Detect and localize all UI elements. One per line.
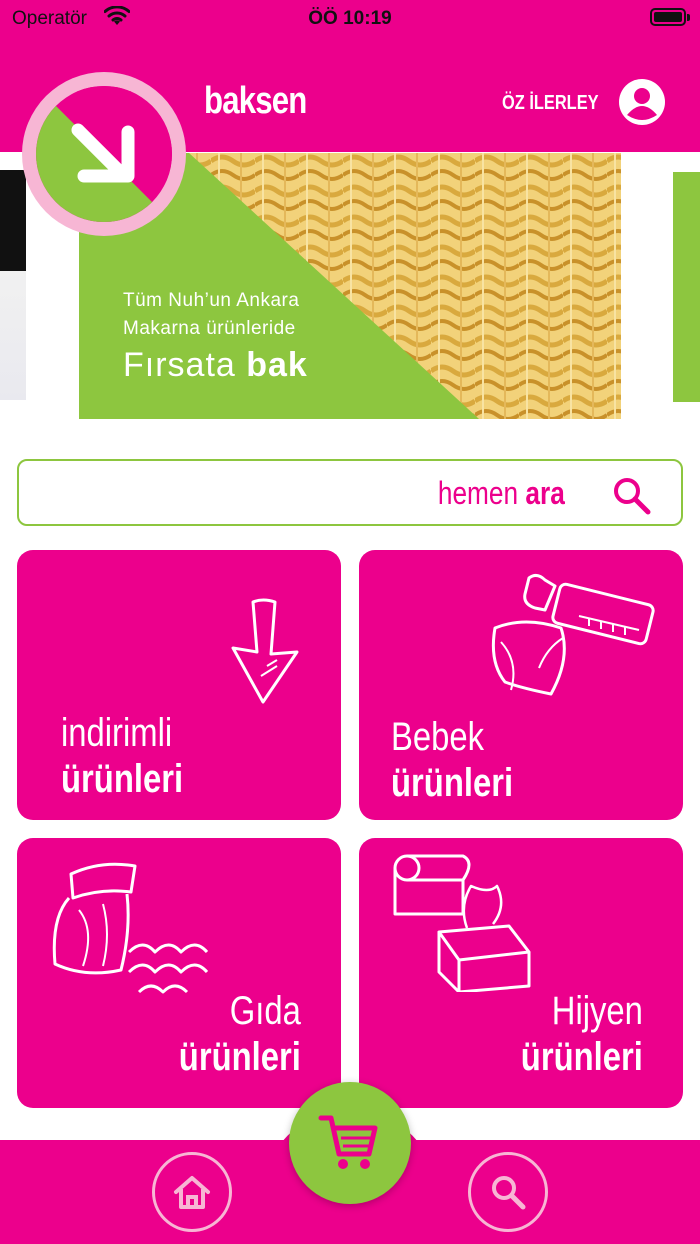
category-subtitle: ürünleri [391,761,514,805]
category-subtitle: ürünleri [520,1035,643,1079]
search-icon [492,1176,526,1210]
search-placeholder: hemen ara [438,475,565,512]
banner-line-1: Tüm Nuh’un Ankara [123,290,300,311]
category-baby[interactable]: Bebek ürünleri [359,550,683,820]
home-button[interactable] [152,1152,232,1232]
banner-line-3: Fırsata bak [123,343,308,387]
banner-line-3-light: Fırsata [123,346,247,384]
search-label-light: hemen [438,475,526,511]
category-title: Hijyen [551,989,643,1033]
home-icon [174,1176,210,1209]
category-subtitle: ürünleri [178,1035,301,1079]
category-title: Gıda [229,989,301,1033]
category-label: Hijyen ürünleri [521,988,643,1080]
banner-line-2: Makarna ürünleride [123,318,296,339]
user-name[interactable]: ÖZ İLERLEY [502,92,599,115]
tissue-paper-icon [393,854,531,992]
baby-bottle-diaper-icon [491,573,655,696]
category-title: indirimli [61,711,173,755]
category-label: Bebek ürünleri [391,714,513,806]
arrow-down-icon [231,598,299,704]
search-label-bold: ara [525,475,565,511]
search-nav-button[interactable] [468,1152,548,1232]
category-discounted[interactable]: indirimli ürünleri [17,550,341,820]
status-bar: Operatör ÖÖ 10:19 [0,0,700,38]
user-circle-icon[interactable] [618,78,666,126]
category-title: Bebek [391,715,485,759]
search-bar[interactable]: hemen ara [17,459,683,526]
banner-caption: Tüm Nuh’un Ankara Makarna ürünleride Fır… [123,287,308,387]
brand-logo[interactable]: baksen [204,80,307,123]
category-hygiene[interactable]: Hijyen ürünleri [359,838,683,1108]
search-icon[interactable] [611,475,651,515]
arrow-down-right-icon [36,86,172,222]
battery-icon [650,8,690,26]
banner-line-3-bold: bak [246,346,308,384]
clock: ÖÖ 10:19 [308,8,392,29]
category-label: indirimli ürünleri [61,710,183,802]
category-subtitle: ürünleri [61,757,184,801]
category-label: Gıda ürünleri [179,988,301,1080]
cart-icon [318,1115,378,1169]
carousel-next-slide[interactable] [673,172,700,402]
promo-badge[interactable] [22,72,186,236]
category-food[interactable]: Gıda ürünleri [17,838,341,1108]
carousel-previous-slide[interactable] [0,170,26,400]
cart-button[interactable] [289,1082,411,1204]
